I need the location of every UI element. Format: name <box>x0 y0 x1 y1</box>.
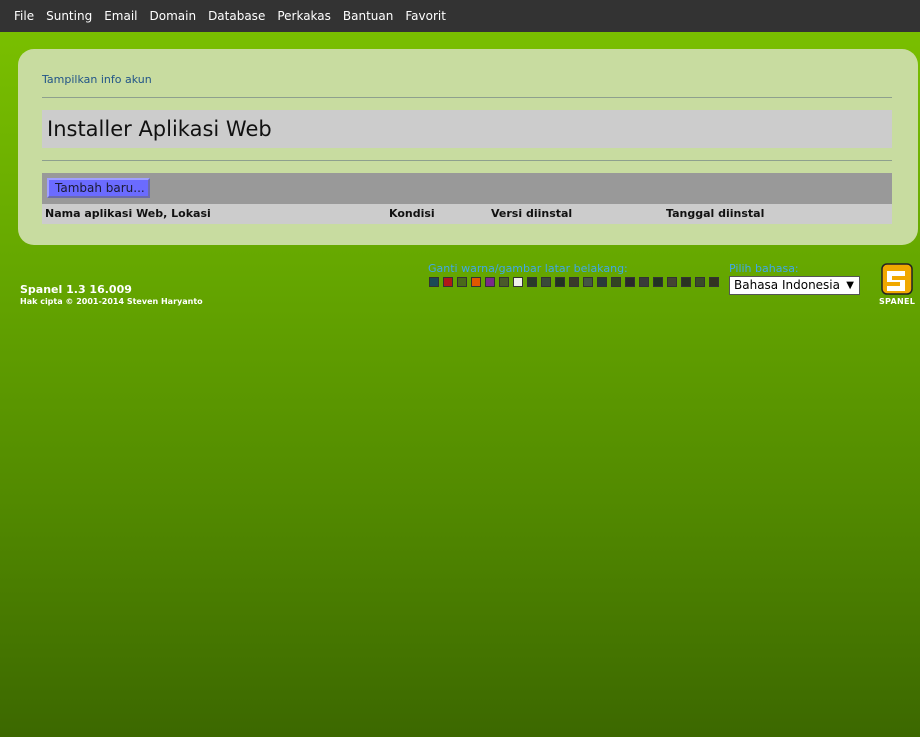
menu-favorit[interactable]: Favorit <box>399 0 452 32</box>
background-swatch[interactable] <box>597 277 607 287</box>
menu-perkakas[interactable]: Perkakas <box>271 0 337 32</box>
language-selected-value: Bahasa Indonesia <box>734 278 840 292</box>
divider <box>42 160 892 161</box>
dropdown-arrow-icon: ▼ <box>846 280 854 291</box>
footer-brand: Spanel 1.3 16.009 Hak cipta © 2001-2014 … <box>20 283 203 306</box>
column-header-name[interactable]: Nama aplikasi Web, Lokasi <box>45 204 211 224</box>
menu-domain[interactable]: Domain <box>143 0 202 32</box>
column-header-version[interactable]: Versi diinstal <box>491 204 572 224</box>
main-panel: Tampilkan info akun Installer Aplikasi W… <box>18 49 918 245</box>
background-swatch[interactable] <box>443 277 453 287</box>
page-title-bar: Installer Aplikasi Web <box>42 110 892 148</box>
background-swatch[interactable] <box>625 277 635 287</box>
background-swatches <box>429 277 719 287</box>
add-new-button[interactable]: Tambah baru... <box>47 178 150 198</box>
language-select[interactable]: Bahasa Indonesia ▼ <box>729 276 860 295</box>
background-swatch[interactable] <box>653 277 663 287</box>
background-swatch[interactable] <box>695 277 705 287</box>
background-swatch[interactable] <box>555 277 565 287</box>
background-swatch[interactable] <box>499 277 509 287</box>
menu-database[interactable]: Database <box>202 0 271 32</box>
toolbar: Tambah baru... <box>42 173 892 204</box>
account-info-link[interactable]: Tampilkan info akun <box>42 73 152 86</box>
table-header: Nama aplikasi Web, Lokasi Kondisi Versi … <box>42 204 892 224</box>
background-swatch[interactable] <box>457 277 467 287</box>
spanel-logo: SPANEL <box>879 262 915 308</box>
background-swatch[interactable] <box>485 277 495 287</box>
logo-text: SPANEL <box>879 297 916 306</box>
language-label: Pilih bahasa: <box>729 262 799 275</box>
background-swatch[interactable] <box>527 277 537 287</box>
column-header-date[interactable]: Tanggal diinstal <box>666 204 764 224</box>
version-text: Spanel 1.3 16.009 <box>20 283 132 296</box>
menu-bantuan[interactable]: Bantuan <box>337 0 399 32</box>
background-swatch[interactable] <box>709 277 719 287</box>
background-swatch[interactable] <box>541 277 551 287</box>
background-swatch[interactable] <box>611 277 621 287</box>
menu-email[interactable]: Email <box>98 0 143 32</box>
background-swatch[interactable] <box>681 277 691 287</box>
background-swatch[interactable] <box>583 277 593 287</box>
column-header-status[interactable]: Kondisi <box>389 204 435 224</box>
background-swatch[interactable] <box>429 277 439 287</box>
menu-bar: File Sunting Email Domain Database Perka… <box>0 0 920 32</box>
menu-file[interactable]: File <box>8 0 40 32</box>
copyright-text: Hak cipta © 2001-2014 Steven Haryanto <box>20 297 203 306</box>
background-swatch[interactable] <box>513 277 523 287</box>
menu-sunting[interactable]: Sunting <box>40 0 98 32</box>
background-swatch[interactable] <box>569 277 579 287</box>
page-title: Installer Aplikasi Web <box>47 117 272 141</box>
divider <box>42 97 892 98</box>
background-swatch[interactable] <box>471 277 481 287</box>
spanel-logo-icon <box>881 263 913 295</box>
background-swatch[interactable] <box>667 277 677 287</box>
background-swatch[interactable] <box>639 277 649 287</box>
background-label: Ganti warna/gambar latar belakang: <box>428 262 628 275</box>
